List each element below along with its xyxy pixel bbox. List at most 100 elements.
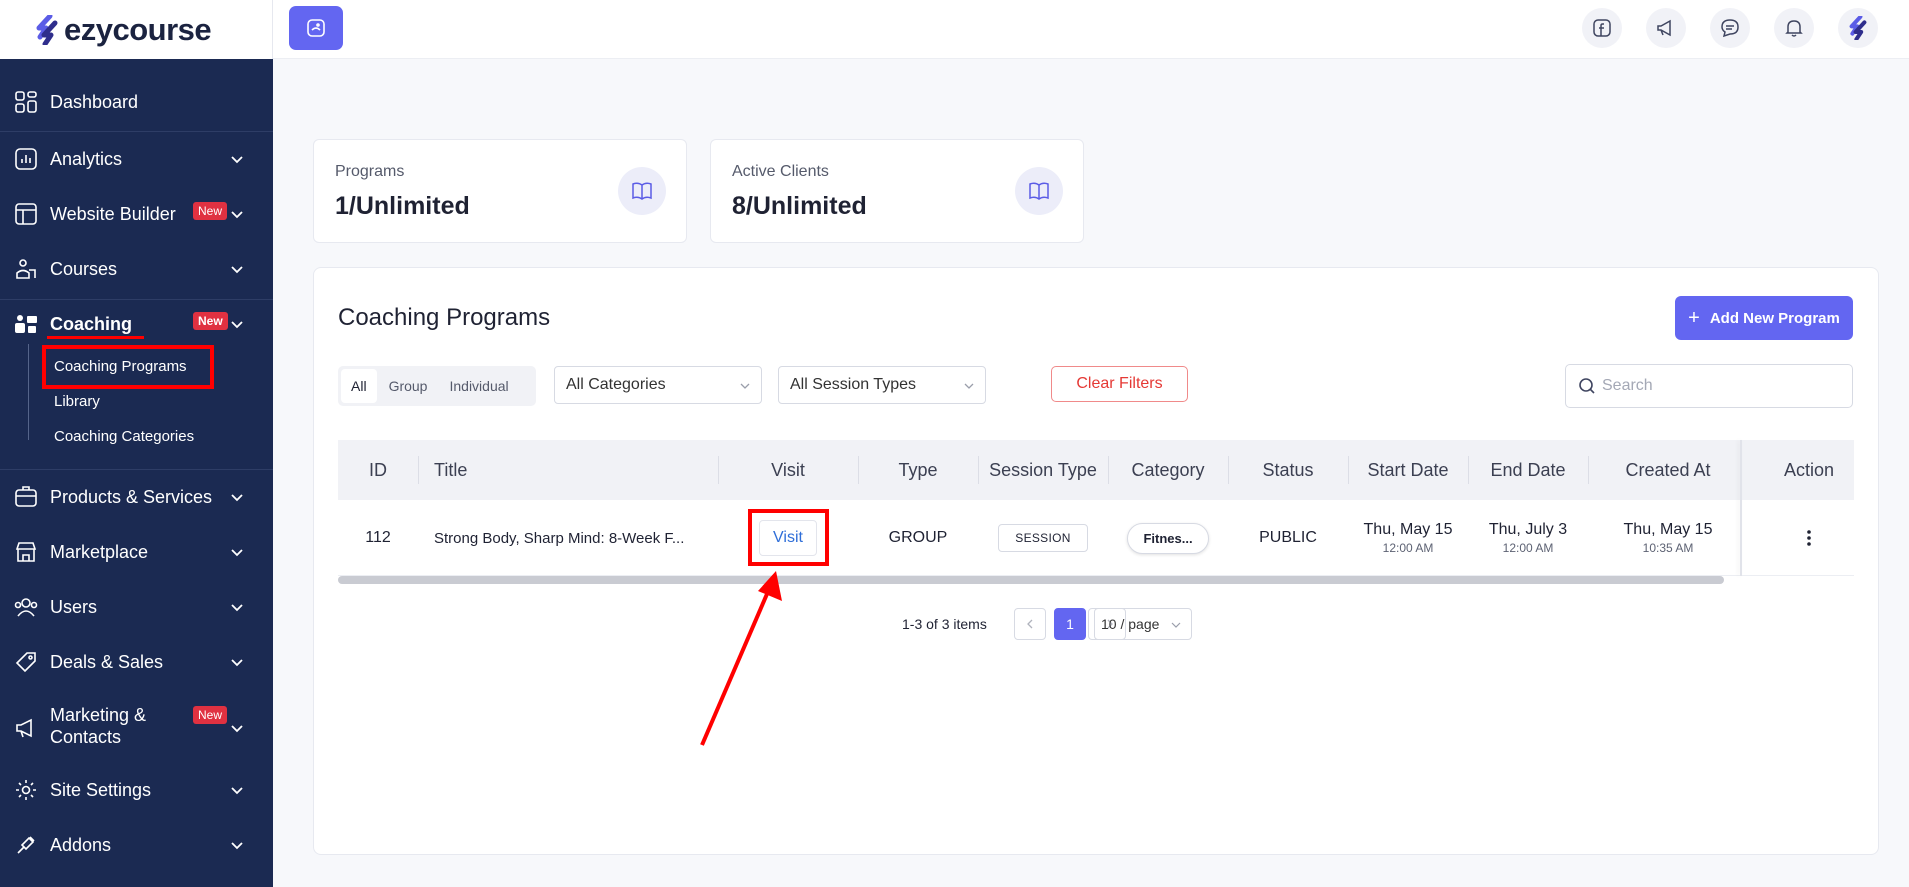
- col-session-type[interactable]: Session Type: [978, 440, 1108, 500]
- divider: [0, 469, 273, 470]
- brand-logo[interactable]: ezycourse: [36, 12, 212, 48]
- sidebar-subitem-coaching-categories[interactable]: Coaching Categories: [54, 428, 194, 445]
- cell-type: GROUP: [888, 529, 948, 546]
- col-id[interactable]: ID: [338, 440, 418, 500]
- logo-bar: ezycourse: [0, 0, 273, 59]
- search-icon: [1579, 378, 1595, 394]
- chevron-down-icon: [231, 321, 243, 329]
- search-placeholder: Search: [1602, 377, 1653, 394]
- sidebar-item-analytics[interactable]: Analytics: [0, 147, 273, 171]
- session-select-value: All Session Types: [790, 376, 916, 393]
- chevron-down-icon: [231, 787, 243, 795]
- table-header: ID Title Visit Type Session Type Categor…: [338, 440, 1854, 500]
- col-title[interactable]: Title: [434, 440, 494, 500]
- marketplace-icon: [14, 540, 38, 564]
- profile-logo-icon[interactable]: [1838, 8, 1878, 48]
- stat-value: 1/Unlimited: [335, 192, 470, 220]
- chevron-down-icon: [231, 604, 243, 612]
- segment-group[interactable]: Group: [379, 369, 438, 403]
- category-pill[interactable]: Fitnes...: [1127, 522, 1209, 554]
- bell-icon[interactable]: [1774, 8, 1814, 48]
- prev-page-button[interactable]: [1014, 608, 1046, 640]
- annotation-highlight-box: [748, 509, 829, 566]
- preview-site-button[interactable]: [289, 6, 343, 50]
- category-select[interactable]: All Categories: [554, 366, 762, 404]
- sidebar-item-coaching[interactable]: Coaching New: [0, 312, 273, 336]
- cell-created-at: Thu, May 15 10:35 AM: [1588, 500, 1748, 576]
- chevron-down-icon: [231, 211, 243, 219]
- column-divider: [418, 456, 419, 484]
- col-type[interactable]: Type: [858, 440, 978, 500]
- sidebar-item-label: Coaching: [50, 313, 133, 334]
- sidebar-item-label: Users: [50, 596, 98, 617]
- col-action: Action: [1783, 459, 1835, 480]
- col-visit[interactable]: Visit: [718, 440, 858, 500]
- sidebar-subitem-library[interactable]: Library: [54, 393, 100, 410]
- horizontal-scrollbar[interactable]: [338, 576, 1724, 584]
- chevron-down-icon: [231, 725, 243, 733]
- sidebar-item-products-services[interactable]: Products & Services: [0, 485, 273, 509]
- cell-title[interactable]: Strong Body, Sharp Mind: 8-Week F...: [434, 500, 714, 576]
- start-time: 12:00 AM: [1382, 541, 1434, 555]
- sidebar-item-addons[interactable]: Addons: [0, 833, 273, 857]
- sidebar-item-label: Marketplace: [50, 541, 149, 562]
- end-date: Thu, July 3: [1488, 521, 1568, 538]
- website-builder-icon: [14, 202, 38, 226]
- facebook-icon[interactable]: [1582, 8, 1622, 48]
- sidebar-item-website-builder[interactable]: Website Builder New: [0, 202, 273, 226]
- session-type-select[interactable]: All Session Types: [778, 366, 986, 404]
- sidebar-item-label: Website Builder: [50, 203, 176, 224]
- start-date: Thu, May 15: [1363, 521, 1453, 538]
- chevron-down-icon: [1171, 622, 1181, 628]
- col-created-at[interactable]: Created At: [1588, 440, 1748, 500]
- stat-label: Programs: [335, 163, 405, 180]
- courses-icon: [14, 257, 38, 281]
- category-select-value: All Categories: [566, 376, 666, 393]
- page-1-button[interactable]: 1: [1054, 608, 1086, 640]
- sidebar-item-marketing-contacts[interactable]: Marketing & Contacts New: [0, 704, 273, 752]
- sidebar-item-label: Products & Services: [50, 486, 213, 507]
- created-date: Thu, May 15: [1623, 521, 1713, 538]
- divider: [0, 299, 273, 300]
- segment-individual[interactable]: Individual: [439, 369, 518, 403]
- col-start-date[interactable]: Start Date: [1348, 440, 1468, 500]
- sidebar-item-deals-sales[interactable]: Deals & Sales: [0, 650, 273, 674]
- clear-filters-button[interactable]: Clear Filters: [1051, 366, 1188, 402]
- segment-all[interactable]: All: [341, 369, 377, 403]
- sidebar-item-site-settings[interactable]: Site Settings: [0, 778, 273, 802]
- col-end-date[interactable]: End Date: [1468, 440, 1588, 500]
- announcement-icon[interactable]: [1646, 8, 1686, 48]
- col-category[interactable]: Category: [1108, 440, 1228, 500]
- cell-session-type: SESSION: [978, 500, 1108, 576]
- label-line-1: Marketing &: [50, 705, 147, 725]
- sidebar-item-label: Analytics: [50, 148, 123, 169]
- new-badge: New: [193, 706, 228, 724]
- add-new-program-button[interactable]: + Add New Program: [1675, 296, 1853, 340]
- cell-start-date: Thu, May 15 12:00 AM: [1348, 500, 1468, 576]
- label-line-2: Contacts: [50, 727, 122, 747]
- sidebar-item-users[interactable]: Users: [0, 595, 273, 619]
- stat-card-active-clients: Active Clients 8/Unlimited: [710, 139, 1084, 243]
- page-size-select[interactable]: 10 / page: [1088, 608, 1192, 640]
- chevron-down-icon: [231, 549, 243, 557]
- add-button-label: Add New Program: [1709, 309, 1840, 327]
- chevron-down-icon: [740, 383, 750, 389]
- sidebar-item-label: Courses: [50, 258, 118, 279]
- chat-icon[interactable]: [1710, 8, 1750, 48]
- end-time: 12:00 AM: [1502, 541, 1554, 555]
- search-input[interactable]: Search: [1565, 364, 1853, 408]
- plus-icon: +: [1688, 306, 1700, 329]
- more-vertical-icon[interactable]: [1806, 529, 1812, 547]
- col-status[interactable]: Status: [1228, 440, 1348, 500]
- sidebar-item-courses[interactable]: Courses: [0, 257, 273, 281]
- sidebar-item-dashboard[interactable]: Dashboard: [0, 90, 273, 114]
- dashboard-icon: [14, 90, 38, 114]
- divider: [0, 131, 273, 132]
- main-content: Programs 1/Unlimited Active Clients 8/Un…: [273, 59, 1909, 887]
- coaching-programs-panel: Coaching Programs + Add New Program All …: [313, 267, 1879, 855]
- page-title: Coaching Programs: [338, 304, 551, 331]
- users-icon: [14, 595, 38, 619]
- sidebar-item-marketplace[interactable]: Marketplace: [0, 540, 273, 564]
- pagination-summary: 1-3 of 3 items: [902, 616, 987, 632]
- stat-label: Active Clients: [732, 163, 829, 180]
